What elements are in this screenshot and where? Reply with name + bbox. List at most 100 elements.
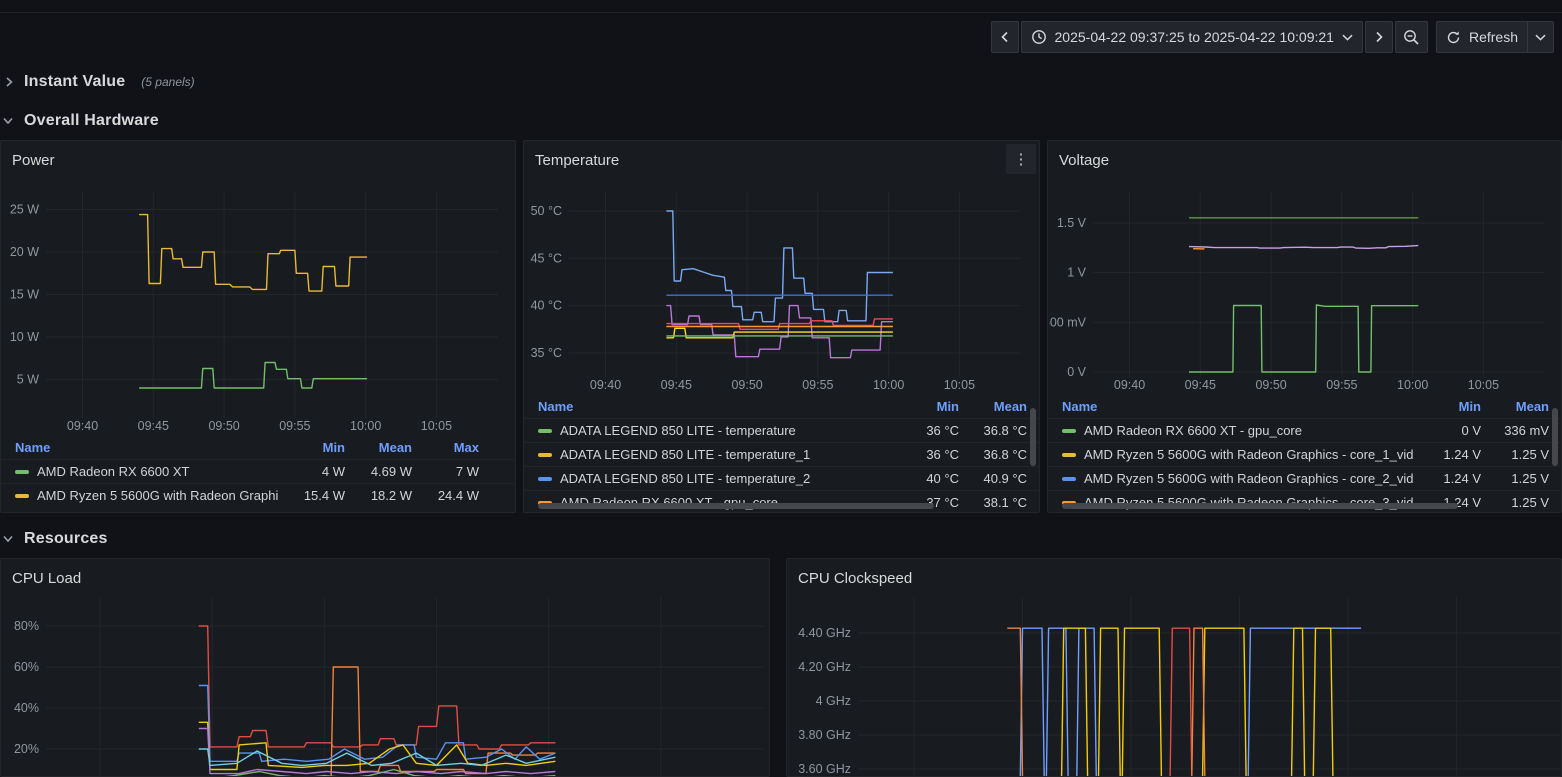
time-range-forward-button[interactable]: [1365, 21, 1393, 53]
legend-value: 24.4 W: [412, 488, 479, 503]
chevron-right-icon: [1373, 31, 1385, 43]
panel-title: CPU Load: [12, 570, 81, 587]
refresh-interval-dropdown[interactable]: [1528, 21, 1554, 53]
time-range-picker-button[interactable]: 2025-04-22 09:37:25 to 2025-04-22 10:09:…: [1021, 21, 1363, 53]
legend-header-min[interactable]: Min: [1413, 399, 1481, 414]
x-tick-label: 09:55: [1326, 378, 1357, 392]
legend-header-row: NameMinMeanMax: [1, 435, 515, 459]
time-range-back-button[interactable]: [991, 21, 1019, 53]
legend-series-toggle[interactable]: AMD Radeon RX 6600 XT - gpu_core: [1062, 423, 1413, 438]
y-tick-label: 500 mV: [1049, 315, 1087, 329]
legend-series-toggle[interactable]: ADATA LEGEND 850 LITE - temperature_1: [538, 447, 891, 462]
series-name: AMD Ryzen 5 5600G with Radeon Graphics -…: [1084, 447, 1413, 462]
series-line: [1007, 628, 1361, 777]
panel-header[interactable]: Power: [1, 141, 515, 179]
series-color-swatch: [1062, 453, 1076, 457]
legend-series-toggle[interactable]: AMD Radeon RX 6600 XT: [15, 464, 278, 479]
x-tick-label: 10:05: [1468, 378, 1499, 392]
legend-horizontal-scrollbar[interactable]: [1062, 503, 1458, 509]
y-tick-label: 80%: [14, 619, 39, 633]
y-tick-label: 1 V: [1067, 266, 1086, 280]
legend-header-mean[interactable]: Mean: [959, 399, 1027, 414]
series-line: [1189, 305, 1418, 372]
y-tick-label: 20%: [14, 742, 39, 756]
y-tick-label: 4 GHz: [816, 694, 851, 708]
series-color-swatch: [538, 477, 552, 481]
legend-header-row: NameMinMean: [1048, 394, 1561, 418]
legend-vertical-scrollbar[interactable]: [1030, 408, 1036, 466]
legend-series-toggle[interactable]: ADATA LEGEND 850 LITE - temperature_2: [538, 471, 891, 486]
legend-header-name[interactable]: Name: [538, 399, 891, 414]
row-header-overall-hardware[interactable]: Overall Hardware: [2, 109, 159, 133]
panel-header[interactable]: CPU Clockspeed: [787, 559, 1561, 597]
legend-header-min[interactable]: Min: [891, 399, 959, 414]
legend-series-toggle[interactable]: AMD Ryzen 5 5600G with Radeon Graphics -…: [1062, 471, 1413, 486]
legend-header-min[interactable]: Min: [278, 440, 345, 455]
temperature-chart[interactable]: 09:4009:4509:5009:5510:0010:0550 °C45 °C…: [525, 179, 1040, 394]
temperature-legend: NameMinMean ADATA LEGEND 850 LITE - tempe…: [524, 394, 1039, 513]
y-tick-label: 0 V: [1067, 365, 1086, 379]
series-line: [139, 215, 367, 292]
x-tick-label: 09:40: [590, 378, 621, 392]
refresh-group: Refresh: [1436, 21, 1554, 53]
legend-value: 0 V: [1413, 423, 1481, 438]
panel-title: Power: [12, 152, 55, 169]
legend-header-max[interactable]: Max: [412, 440, 479, 455]
legend-header-mean[interactable]: Mean: [1481, 399, 1549, 414]
series-name: AMD Ryzen 5 5600G with Radeon Graphics: [37, 488, 278, 503]
legend-value: 1.24 V: [1413, 447, 1481, 462]
series-color-swatch: [1062, 429, 1076, 433]
legend-row: ADATA LEGEND 850 LITE - temperature_2 40 …: [524, 466, 1039, 490]
legend-header-mean[interactable]: Mean: [345, 440, 412, 455]
y-tick-label: 3.80 GHz: [798, 728, 851, 742]
y-tick-label: 4.20 GHz: [798, 660, 851, 674]
legend-series-toggle[interactable]: AMD Ryzen 5 5600G with Radeon Graphics -…: [1062, 447, 1413, 462]
refresh-button[interactable]: Refresh: [1436, 21, 1528, 53]
legend-row: ADATA LEGEND 850 LITE - temperature_136 …: [524, 442, 1039, 466]
legend-value: 4 W: [278, 464, 345, 479]
series-color-swatch: [15, 494, 29, 498]
series-name: AMD Ryzen 5 5600G with Radeon Graphics -…: [1084, 471, 1413, 486]
series-line: [199, 729, 556, 774]
y-tick-label: 45 °C: [531, 251, 562, 265]
power-legend: NameMinMeanMaxAMD Radeon RX 6600 XT4 W4.…: [1, 435, 515, 513]
zoom-out-button[interactable]: [1395, 21, 1428, 53]
legend-horizontal-scrollbar[interactable]: [538, 503, 934, 509]
series-name: ADATA LEGEND 850 LITE - temperature_2: [560, 471, 810, 486]
series-line: [1007, 628, 1361, 777]
legend-series-toggle[interactable]: AMD Ryzen 5 5600G with Radeon Graphics: [15, 488, 278, 503]
cpu-load-chart[interactable]: 80%60%40%20%: [2, 597, 770, 777]
legend-value: 36.8 °C: [959, 447, 1027, 462]
legend-vertical-scrollbar[interactable]: [1552, 408, 1558, 466]
voltage-chart[interactable]: 09:4009:4509:5009:5510:0010:051.5 V1 V50…: [1049, 179, 1562, 394]
legend-header-name[interactable]: Name: [1062, 399, 1413, 414]
legend-value: 38.1 °C: [959, 495, 1027, 510]
kebab-menu-icon: ⋮: [1014, 150, 1029, 168]
legend-header-name[interactable]: Name: [15, 440, 278, 455]
chevron-down-icon: [2, 534, 14, 544]
panel-menu-button[interactable]: ⋮: [1006, 144, 1036, 174]
row-header-resources[interactable]: Resources: [2, 527, 108, 551]
y-tick-label: 60%: [14, 660, 39, 674]
y-tick-label: 5 W: [17, 373, 39, 387]
panel-header[interactable]: Temperature: [524, 141, 1039, 179]
power-chart[interactable]: 09:4009:4509:5009:5510:0010:0525 W20 W15…: [2, 179, 516, 435]
series-color-swatch: [538, 429, 552, 433]
series-line: [1007, 628, 1361, 777]
legend-row: AMD Radeon RX 6600 XT - gpu_core37 °C38.…: [524, 490, 1039, 513]
row-header-instant-value[interactable]: Instant Value (5 panels): [4, 70, 195, 94]
panel-header[interactable]: Voltage: [1048, 141, 1561, 179]
cpu-clockspeed-chart[interactable]: 4.40 GHz4.20 GHz4 GHz3.80 GHz3.60 GHz: [788, 597, 1562, 777]
series-color-swatch: [15, 470, 29, 474]
legend-value: 36 °C: [891, 423, 959, 438]
legend-series-toggle[interactable]: ADATA LEGEND 850 LITE - temperature: [538, 423, 891, 438]
chevron-down-icon: [2, 116, 14, 126]
legend-value: 40 °C: [891, 471, 959, 486]
series-color-swatch: [538, 453, 552, 457]
chevron-down-icon: [1342, 34, 1353, 41]
legend-value: 336 mV: [1481, 423, 1549, 438]
series-name: AMD Radeon RX 6600 XT: [37, 464, 189, 479]
y-tick-label: 35 °C: [531, 346, 562, 360]
series-line: [666, 211, 893, 322]
panel-header[interactable]: CPU Load: [1, 559, 769, 597]
